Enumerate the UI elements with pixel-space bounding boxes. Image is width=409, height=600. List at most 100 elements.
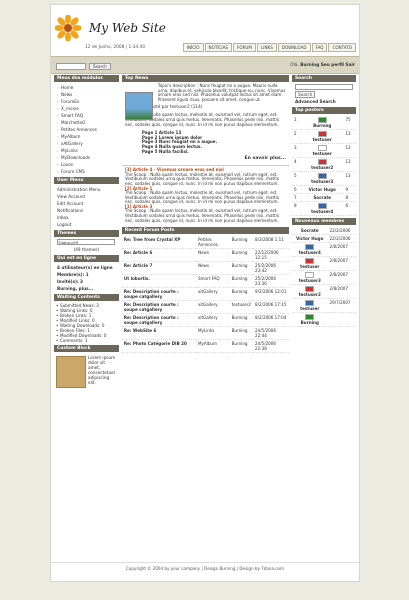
module-mydownloads[interactable]: MyDownloads xyxy=(54,154,119,161)
user-greeting: Olá, xyxy=(290,63,299,68)
table-row[interactable]: Re: Tree from Crystal XP Petites Annonces… xyxy=(121,236,289,250)
table-row[interactable]: Ut lobortis. Smart FAQ Burning 25/2/2006 23… xyxy=(121,274,289,289)
who-line-3: Invité(s): 3 xyxy=(57,279,83,284)
news-list: [3] Article 4 - Vivamus ornare eros sed … xyxy=(122,166,289,225)
table-row[interactable]: Re: WebSite 6 MyLinks Burning 24/5/2006 22:… xyxy=(121,326,289,341)
table-row[interactable]: Re: Article 7 News Burning 25/2/2006 23:42 xyxy=(121,261,289,276)
module-forumex[interactable]: ForumEx xyxy=(54,98,119,105)
right-search-button[interactable]: Search xyxy=(295,91,316,98)
nav-noticias[interactable]: NOTÍCIAS xyxy=(204,43,232,52)
module-smart-faq[interactable]: Smart FAQ xyxy=(54,112,119,119)
nav-contato[interactable]: CONTATO xyxy=(328,43,356,52)
table-row[interactable]: Re: Description courte : soupe catgaller… xyxy=(121,287,289,302)
user-name[interactable]: Burning xyxy=(300,63,319,68)
table-row[interactable]: testuser3 2/8/2007 xyxy=(292,270,356,285)
modules-title: Meus dos módulos xyxy=(54,75,119,82)
stat-comments[interactable]: Comments: 1 xyxy=(54,338,119,343)
module-marchetto[interactable]: MarchettoO xyxy=(54,119,119,126)
module-forum-cms[interactable]: Forum CMS xyxy=(54,168,119,175)
topic-box: Topic's description : Nunc feugiat mi a … xyxy=(121,83,289,167)
profile-link[interactable]: Seu perfil xyxy=(321,63,344,68)
module-myalbum[interactable]: MyAlbum xyxy=(54,133,119,140)
nav-links[interactable]: LINKS xyxy=(256,43,277,52)
module-home[interactable]: Home xyxy=(54,84,119,91)
exit-link[interactable]: Sair xyxy=(345,63,355,68)
page-link-5[interactable]: Page 5 Nulla facilisi. xyxy=(142,149,286,155)
user-menu-edit[interactable]: Edit Account xyxy=(54,200,119,207)
left-column: Meus dos módulos Home News ForumEx X_mov… xyxy=(54,75,119,390)
who-line-5[interactable]: Burning, plus... xyxy=(54,285,119,292)
table-row[interactable]: testuser2 2/8/2007 xyxy=(292,284,356,299)
user-menu-notifications[interactable]: Notifications xyxy=(54,207,119,214)
table-row[interactable]: 4 testuser2 13 xyxy=(292,157,356,172)
site-title: My Web Site xyxy=(89,21,166,35)
camel-image xyxy=(56,356,86,388)
top-search-input[interactable] xyxy=(56,63,86,70)
user-menu-logout[interactable]: Logout xyxy=(54,221,119,228)
theme-select[interactable]: 7dana-cliff xyxy=(57,239,115,245)
article-meta: Posté par testuser2 (114) xyxy=(149,104,203,110)
top-news-title: Top News xyxy=(121,75,289,82)
user-menu-inbox[interactable]: Inbox xyxy=(54,214,119,221)
who-line-0: 4 utilisateur(s) en ligne xyxy=(57,265,113,270)
who-online-title: Qui est en ligne xyxy=(54,255,119,262)
table-row[interactable]: 7 Socrate 8 xyxy=(292,193,356,202)
module-petites-annonces[interactable]: Petites Annonces xyxy=(54,126,119,133)
module-lovon[interactable]: Lovon xyxy=(54,161,119,168)
more-link[interactable]: En savoir plus... xyxy=(122,156,289,161)
flower-logo-icon xyxy=(55,15,81,41)
table-row[interactable]: testuser 29/7/2007 xyxy=(292,298,356,313)
nav-faq[interactable]: FAQ xyxy=(311,43,328,52)
nav-inicio[interactable]: INÍCIO xyxy=(182,43,204,52)
table-row[interactable]: 6 Victor Hugo 9 xyxy=(292,185,356,194)
search-title: Search xyxy=(292,75,356,82)
table-row[interactable]: Re: Photo Catégorie DIB 20 MyAlbum Burning… xyxy=(121,339,289,354)
topic-description: Topic's description : Nunc feugiat mi a … xyxy=(157,83,286,102)
nav-forum[interactable]: FÓRUM xyxy=(233,43,256,52)
news-item-body: The Scoop : Nulla quam lectus, molestie … xyxy=(124,208,279,223)
top-posters-table: 1 Burning 75 2 testuser 13 3 testuser 13 4 test… xyxy=(292,116,356,216)
center-column: Top News Topic's description : Nunc feug… xyxy=(121,75,289,390)
main-nav: INÍCIO NOTÍCIAS FÓRUM LINKS DOWNLOAD FAQ… xyxy=(182,43,356,52)
who-line-2: Membre(s): 1 xyxy=(57,272,89,277)
top-bar: Search Olá, Burning Seu perfil Sair xyxy=(51,56,359,74)
table-row[interactable]: 1 Burning 75 xyxy=(292,116,356,130)
right-search-input[interactable] xyxy=(295,84,353,90)
table-row[interactable]: Victor Hugo 22/2/2006 xyxy=(292,234,356,243)
table-row[interactable]: Re: Description courte : soupe catgaller… xyxy=(121,313,289,328)
module-xatgallery[interactable]: xAtGallery xyxy=(54,140,119,147)
table-row[interactable]: testuser4 2/8/2007 xyxy=(292,242,356,257)
news-item-body: The Scoop : Nulla quam lectus, molestie … xyxy=(124,190,279,205)
table-row[interactable]: testuser 2/8/2007 xyxy=(292,256,356,271)
table-row[interactable]: 8 testuser4 6 xyxy=(292,201,356,216)
news-item-body: The Scoop : Nulla quam lectus, molestie … xyxy=(124,171,279,186)
table-row[interactable]: Socrate 22/2/2006 xyxy=(292,227,356,235)
user-menu-admin[interactable]: Administration Menu xyxy=(54,186,119,193)
user-menu-view[interactable]: View Account xyxy=(54,193,119,200)
table-row[interactable]: Burning xyxy=(292,312,356,327)
module-news[interactable]: News xyxy=(54,91,119,98)
table-row[interactable]: Re: Description courte : soupe catgaller… xyxy=(121,300,289,315)
page: My Web Site 12 de Junho, 2008 | 1:34:40 … xyxy=(50,4,360,582)
right-column: Search Search Advanced Search Top poster… xyxy=(292,75,356,390)
table-row[interactable]: 2 testuser 13 xyxy=(292,129,356,144)
table-row[interactable]: 5 testuser3 13 xyxy=(292,171,356,186)
nav-download[interactable]: DOWNLOAD xyxy=(277,43,311,52)
new-members-table: Socrate 22/2/2006 Victor Hugo 22/2/2006 te… xyxy=(292,227,356,327)
custom-block-title: Custom Block xyxy=(54,345,119,352)
user-menu-title: User Menu xyxy=(54,177,119,184)
footer: Copyright © 2004 by your company | Desig… xyxy=(51,562,359,571)
new-members-title: Nouveaux membres xyxy=(292,218,356,225)
module-x-movie[interactable]: X_movie xyxy=(54,105,119,112)
user-links: Olá, Burning Seu perfil Sair xyxy=(290,63,355,68)
advanced-search-link[interactable]: Advanced Search xyxy=(292,98,356,105)
themes-title: Themes xyxy=(54,230,119,237)
recent-posts-table: Re: Tree from Crystal XP Petites Annonces… xyxy=(121,236,289,354)
topic-image xyxy=(124,92,153,120)
module-mylinks[interactable]: MyLinks xyxy=(54,147,119,154)
waiting-title: Waiting Contents xyxy=(54,294,119,301)
top-search-button[interactable]: Search xyxy=(89,63,111,70)
table-row[interactable]: Re: Article 6 News Burning 22/12/2006 12:15 xyxy=(121,248,289,263)
recent-posts-title: Recent Forum Posts xyxy=(121,227,289,235)
table-row[interactable]: 3 testuser 13 xyxy=(292,143,356,158)
